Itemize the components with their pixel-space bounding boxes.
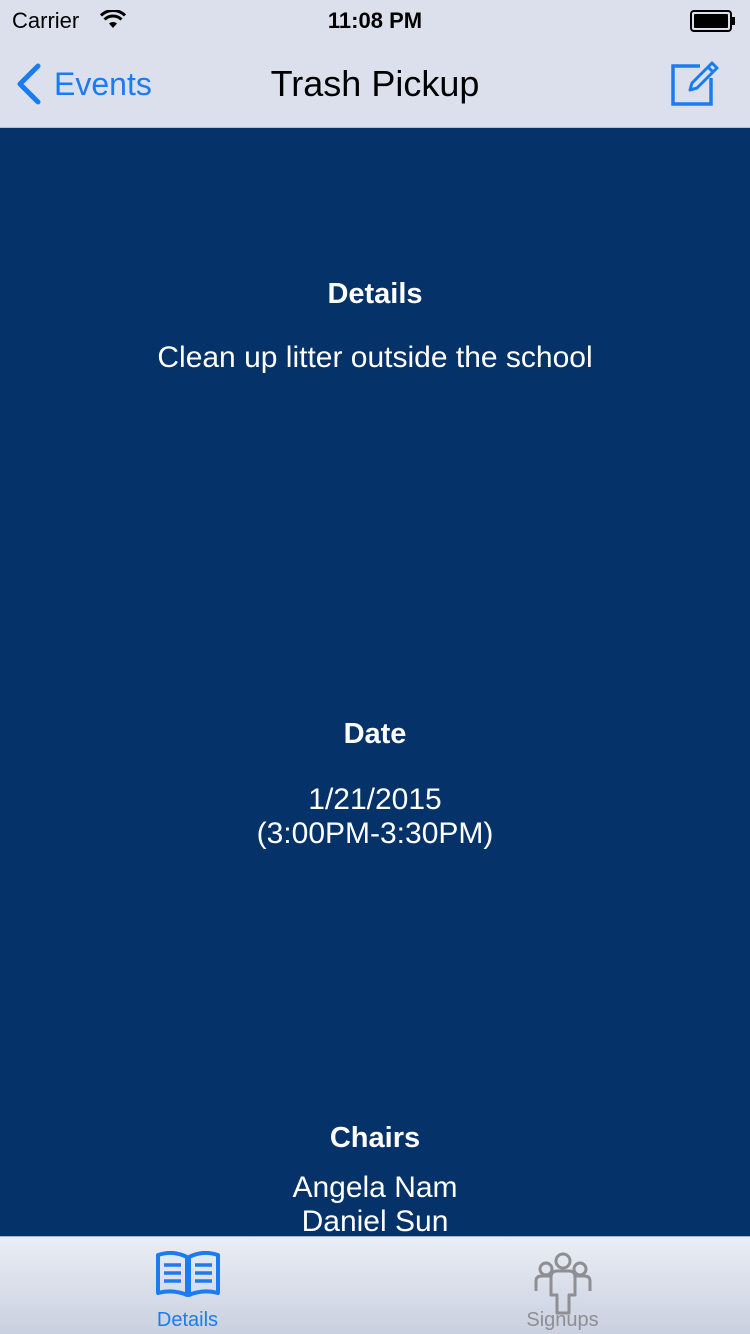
date-time-range: (3:00PM-3:30PM) (256, 817, 494, 850)
navigation-bar: Carrier 11:08 PM Events Trash Pickup (0, 0, 750, 128)
tab-signups[interactable]: Signups (375, 1237, 750, 1334)
details-text: Clean up litter outside the school (157, 341, 593, 374)
tab-details-label: Details (156, 1309, 219, 1331)
people-icon (534, 1252, 591, 1315)
book-icon (155, 1251, 220, 1297)
date-heading: Date (343, 718, 407, 750)
chair-name: Angela Nam (292, 1171, 458, 1204)
battery-icon (690, 10, 735, 32)
tab-details[interactable]: Details (0, 1237, 375, 1334)
tab-signups-label: Signups (526, 1309, 599, 1331)
chair-name: Daniel Sun (301, 1205, 449, 1238)
page-title: Trash Pickup (270, 63, 480, 104)
chairs-heading: Chairs (329, 1122, 421, 1154)
edit-icon[interactable] (670, 58, 720, 108)
details-heading: Details (327, 278, 423, 310)
tab-bar: Details Signups (0, 1236, 750, 1334)
status-bar: Carrier 11:08 PM (0, 0, 750, 40)
status-time: 11:08 PM (327, 8, 423, 33)
date-section: Date 1/21/2015 (3:00PM-3:30PM) (0, 718, 750, 851)
event-details-content: Details Clean up litter outside the scho… (0, 128, 750, 1239)
date-day: 1/21/2015 (308, 783, 442, 816)
chairs-section: Chairs Angela Nam Daniel Sun (0, 1122, 750, 1239)
details-section: Details Clean up litter outside the scho… (0, 278, 750, 375)
date-value: 1/21/2015 (3:00PM-3:30PM) (0, 783, 750, 851)
chairs-list: Angela Nam Daniel Sun (0, 1171, 750, 1239)
